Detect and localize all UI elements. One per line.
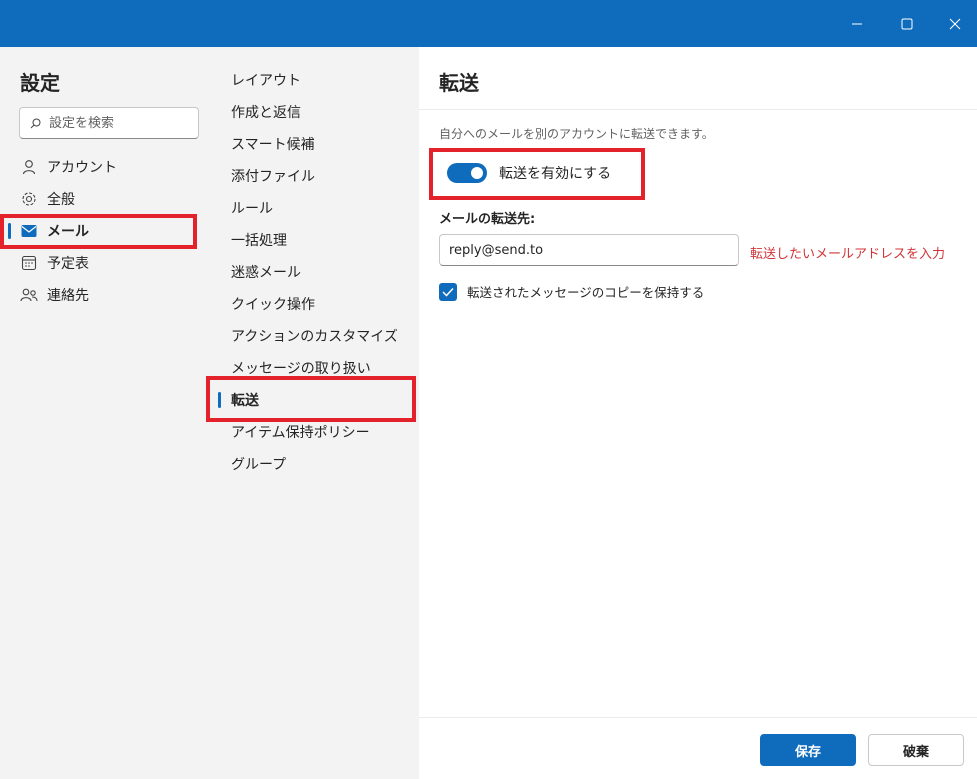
nav-item-general[interactable]: 全般 [0, 183, 218, 215]
nav-item-label: 予定表 [47, 256, 89, 272]
person-icon [20, 158, 38, 176]
people-icon [20, 286, 38, 304]
nav-item-label: 連絡先 [47, 288, 89, 304]
minimize-button[interactable] [834, 0, 880, 47]
mail-icon [20, 222, 38, 240]
sub-item-compose-reply[interactable]: 作成と返信 [218, 96, 419, 128]
settings-search-box[interactable] [19, 107, 199, 139]
gear-icon [20, 190, 38, 208]
forward-email-input[interactable] [439, 234, 739, 266]
discard-button[interactable]: 破棄 [868, 734, 964, 766]
sub-item-quick-actions[interactable]: クイック操作 [218, 288, 419, 320]
footer-bar: 保存 破棄 [419, 717, 977, 779]
calendar-icon [20, 254, 38, 272]
settings-categories-pane: 設定 アカウント 全般 メール 予定表 連絡先 [0, 47, 218, 779]
search-icon [30, 118, 41, 128]
title-bar [0, 0, 977, 47]
nav-item-label: 全般 [47, 192, 75, 208]
enable-forwarding-toggle-row[interactable]: 転送を有効にする [447, 163, 611, 183]
sub-item-junk-mail[interactable]: 迷惑メール [218, 256, 419, 288]
settings-title: 設定 [20, 71, 60, 95]
nav-item-label: アカウント [47, 160, 117, 176]
sub-item-rules[interactable]: ルール [218, 192, 419, 224]
save-button[interactable]: 保存 [760, 734, 856, 766]
sub-item-customize-actions[interactable]: アクションのカスタマイズ [218, 320, 419, 352]
keep-copy-row[interactable]: 転送されたメッセージのコピーを保持する [439, 282, 704, 301]
active-indicator [8, 223, 11, 239]
checkmark-icon [442, 287, 454, 297]
mail-settings-pane: レイアウト 作成と返信 スマート候補 添付ファイル ルール 一括処理 迷惑メール… [218, 47, 419, 779]
sub-item-attachments[interactable]: 添付ファイル [218, 160, 419, 192]
nav-item-contacts[interactable]: 連絡先 [0, 279, 218, 311]
close-icon [949, 18, 961, 29]
toggle-knob [471, 167, 483, 179]
sub-item-groups[interactable]: グループ [218, 448, 419, 480]
pane-header: 転送 [419, 47, 977, 110]
sub-item-label: 転送 [231, 393, 259, 409]
maximize-button[interactable] [884, 0, 930, 47]
annotation-note: 転送したいメールアドレスを入力 [750, 247, 946, 262]
forwarding-description: 自分へのメールを別のアカウントに転送できます。 [439, 127, 714, 141]
maximize-icon [901, 18, 913, 29]
nav-item-label: メール [47, 224, 89, 240]
sub-item-retention-policies[interactable]: アイテム保持ポリシー [218, 416, 419, 448]
enable-forwarding-toggle[interactable] [447, 163, 487, 183]
close-button[interactable] [932, 0, 977, 47]
nav-item-mail[interactable]: メール [0, 215, 218, 247]
enable-forwarding-label: 転送を有効にする [499, 166, 612, 182]
nav-item-calendar[interactable]: 予定表 [0, 247, 218, 279]
settings-search-input[interactable] [49, 115, 189, 131]
keep-copy-checkbox[interactable] [439, 282, 457, 301]
sub-item-sweep[interactable]: 一括処理 [218, 224, 419, 256]
forwarding-settings-pane: 転送 自分へのメールを別のアカウントに転送できます。 転送を有効にする メールの… [419, 47, 977, 779]
sub-item-layout[interactable]: レイアウト [218, 64, 419, 96]
sub-item-forwarding[interactable]: 転送 [218, 384, 419, 416]
nav-item-account[interactable]: アカウント [0, 151, 218, 183]
sub-item-smart-suggestions[interactable]: スマート候補 [218, 128, 419, 160]
sub-item-message-handling[interactable]: メッセージの取り扱い [218, 352, 419, 384]
forward-to-label: メールの転送先: [439, 212, 536, 227]
page-title: 転送 [439, 71, 479, 95]
keep-copy-label: 転送されたメッセージのコピーを保持する [467, 285, 705, 300]
active-indicator [218, 392, 221, 408]
minimize-icon [852, 23, 862, 24]
